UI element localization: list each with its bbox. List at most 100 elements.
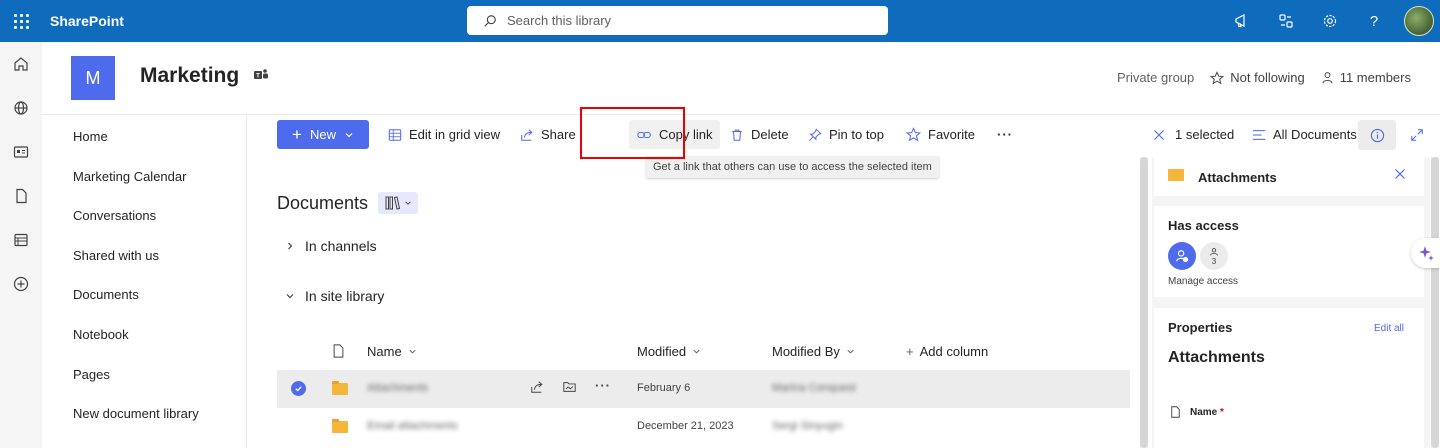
members-button[interactable]: 11 members [1321, 70, 1411, 85]
globe-icon[interactable] [0, 86, 42, 130]
checkmark-icon [295, 386, 302, 392]
copy-link-tooltip: Get a link that others can use to access… [646, 156, 939, 178]
megaphone-icon[interactable] [1220, 0, 1264, 42]
row-checkbox[interactable] [291, 381, 306, 396]
create-icon[interactable] [0, 262, 42, 306]
person-add-icon [1176, 250, 1189, 263]
expand-icon[interactable] [1410, 120, 1424, 149]
column-label: Modified [637, 344, 687, 359]
privacy-label: Private group [1116, 70, 1195, 85]
new-button[interactable]: + New [277, 120, 369, 149]
required-mark: * [1220, 407, 1224, 418]
app-rail [0, 42, 42, 448]
nav-item-shared-with-us[interactable]: Shared with us [73, 248, 159, 263]
table-row[interactable]: Attachments ··· February 6 Marina Conque… [277, 370, 1130, 408]
copy-link-button[interactable]: Copy link [629, 120, 721, 149]
site-logo[interactable]: M [71, 56, 115, 100]
modified-by-column-header[interactable]: Modified By [772, 344, 855, 359]
row-name[interactable]: Attachments [367, 382, 428, 394]
star-icon [906, 127, 921, 142]
search-icon [484, 14, 496, 27]
list-icon[interactable] [0, 218, 42, 262]
file-type-header[interactable] [332, 344, 345, 358]
details-pane: Attachments Has access 3 Manage access P… [1152, 157, 1430, 448]
user-avatar[interactable] [1404, 6, 1434, 36]
chevron-down-icon [409, 349, 416, 354]
chevron-down-icon [404, 201, 411, 205]
chevron-right-icon [288, 242, 293, 250]
delete-button[interactable]: Delete [730, 120, 789, 149]
info-pane-button[interactable] [1358, 120, 1396, 150]
close-icon[interactable] [1394, 168, 1406, 183]
has-access-heading: Has access [1168, 218, 1239, 233]
delete-label: Delete [751, 127, 789, 142]
selected-count: 1 selected [1175, 127, 1235, 142]
plus-icon: + [906, 344, 914, 359]
view-list-icon [1252, 129, 1266, 140]
folder-icon [332, 419, 348, 433]
nav-item-pages[interactable]: Pages [73, 367, 110, 382]
add-column-button[interactable]: + Add column [906, 344, 988, 359]
section-in-channels[interactable]: In channels [285, 238, 377, 254]
library-icon [385, 196, 400, 210]
edit-grid-view-button[interactable]: Edit in grid view [388, 120, 500, 149]
pane-scrollbar[interactable] [1431, 157, 1439, 448]
list-scrollbar[interactable] [1140, 157, 1148, 448]
nav-item-documents[interactable]: Documents [73, 287, 139, 302]
owner-avatar[interactable] [1168, 242, 1196, 270]
view-switcher[interactable]: All Documents [1252, 120, 1374, 149]
site-title[interactable]: Marketing [140, 64, 239, 88]
link-icon [637, 131, 651, 138]
app-launcher-icon[interactable] [0, 0, 42, 42]
copilot-sparkle-icon[interactable] [1411, 238, 1440, 268]
chevron-down-icon [693, 349, 700, 354]
pin-to-top-button[interactable]: Pin to top [808, 120, 884, 149]
name-column-header[interactable]: Name [367, 344, 417, 359]
properties-heading: Properties [1168, 320, 1233, 335]
file-icon[interactable] [0, 174, 42, 218]
section-label: In site library [305, 288, 385, 304]
new-label: New [309, 127, 336, 142]
share-button[interactable]: Share [520, 120, 576, 149]
star-icon [1210, 70, 1225, 84]
help-icon[interactable]: ? [1352, 0, 1396, 42]
share-icon[interactable] [530, 380, 544, 397]
follow-button[interactable]: Not following [1210, 70, 1305, 85]
folder-icon [1168, 169, 1184, 181]
row-modified: December 21, 2023 [637, 420, 734, 432]
nav-item-conversations[interactable]: Conversations [73, 208, 156, 223]
nav-item-new-document-library[interactable]: New document library [73, 406, 199, 421]
library-view-button[interactable] [378, 192, 419, 214]
row-more-icon[interactable]: ··· [595, 378, 611, 393]
home-icon[interactable] [0, 42, 42, 86]
pane-title: Attachments [1198, 170, 1277, 185]
settings-icon[interactable] [1308, 0, 1352, 42]
nav-item-marketing-calendar[interactable]: Marketing Calendar [73, 169, 186, 184]
trash-icon [732, 129, 742, 141]
main-area: M Marketing T Private group Not followin… [42, 42, 1440, 448]
nav-item-home[interactable]: Home [73, 129, 108, 144]
edit-all-link[interactable]: Edit all [1374, 323, 1404, 334]
group-icon [1210, 247, 1218, 256]
activity-icon[interactable] [562, 380, 577, 397]
section-in-site-library[interactable]: In site library [285, 288, 384, 304]
modified-column-header[interactable]: Modified [637, 344, 701, 359]
members-avatar[interactable]: 3 [1200, 242, 1228, 270]
section-label: In channels [305, 238, 377, 254]
share-feed-icon[interactable] [1264, 0, 1308, 42]
teams-icon[interactable]: T [253, 68, 269, 85]
row-name[interactable]: Email attachments [367, 420, 457, 432]
share-icon [521, 128, 533, 141]
follow-label: Not following [1230, 70, 1305, 85]
sharepoint-brand[interactable]: SharePoint [50, 13, 124, 29]
news-icon[interactable] [0, 130, 42, 174]
column-label: Name [367, 344, 402, 359]
manage-access-link[interactable]: Manage access [1168, 276, 1238, 287]
table-row[interactable]: Email attachments December 21, 2023 Serg… [277, 408, 1130, 446]
clear-selection-button[interactable]: 1 selected [1153, 120, 1234, 149]
more-options-button[interactable]: ··· [997, 120, 1013, 149]
search-box[interactable]: Search this library [467, 6, 888, 35]
nav-item-notebook[interactable]: Notebook [73, 327, 129, 342]
name-field-label: Name * [1190, 407, 1224, 418]
favorite-button[interactable]: Favorite [906, 120, 975, 149]
